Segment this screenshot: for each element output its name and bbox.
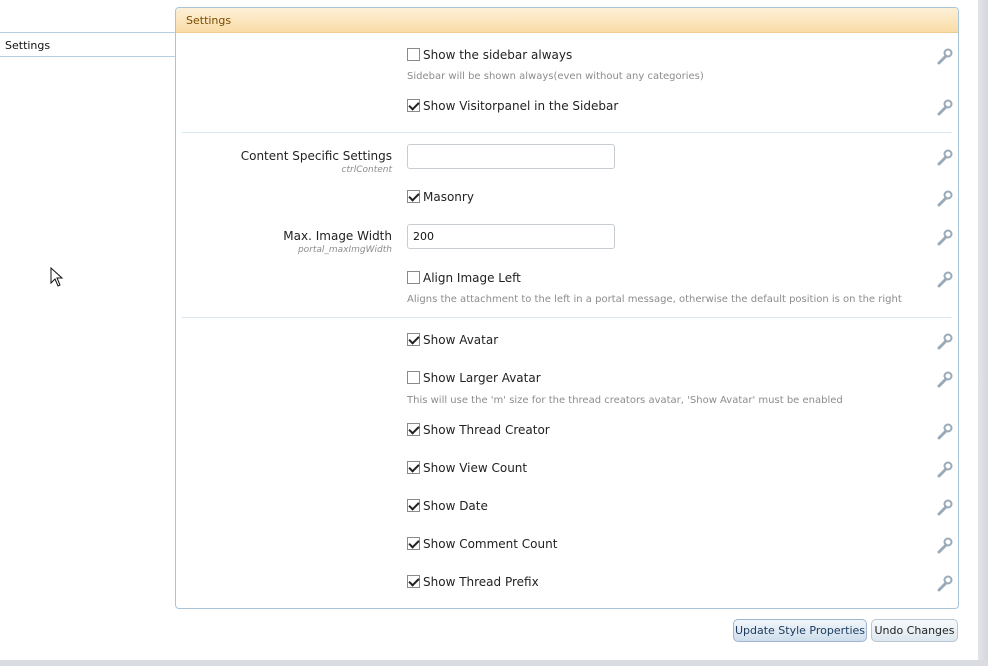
show-larger-avatar-hint: This will use the 'm' size for the threa… <box>407 395 843 406</box>
show-avatar-label: Show Avatar <box>423 333 499 347</box>
content-specific-label: Content Specific Settings <box>240 149 392 163</box>
show-larger-avatar-control[interactable]: Show Larger Avatar <box>407 371 541 385</box>
wrench-icon[interactable] <box>936 536 954 554</box>
wrench-icon[interactable] <box>936 47 954 65</box>
max-image-width-label-group: Max. Image Width portal_maxImgWidth <box>283 229 392 255</box>
max-image-width-control: 200 <box>407 224 615 249</box>
window-edge-bottom <box>0 660 988 666</box>
align-image-left-checkbox[interactable] <box>407 271 420 284</box>
show-comment-count-control[interactable]: Show Comment Count <box>407 537 557 551</box>
show-sidebar-always-label: Show the sidebar always <box>423 48 573 62</box>
wrench-icon[interactable] <box>936 498 954 516</box>
show-sidebar-always-hint: Sidebar will be shown always(even withou… <box>407 71 704 82</box>
show-thread-creator-label: Show Thread Creator <box>423 423 550 437</box>
wrench-icon[interactable] <box>936 574 954 592</box>
show-thread-creator-checkbox[interactable] <box>407 423 420 436</box>
undo-changes-button[interactable]: Undo Changes <box>871 619 958 642</box>
show-view-count-checkbox[interactable] <box>407 461 420 474</box>
panel-header: Settings <box>176 8 958 33</box>
wrench-icon[interactable] <box>936 228 954 246</box>
wrench-icon[interactable] <box>936 370 954 388</box>
max-image-width-label: Max. Image Width <box>283 229 392 243</box>
show-larger-avatar-label: Show Larger Avatar <box>423 371 541 385</box>
wrench-icon[interactable] <box>936 270 954 288</box>
update-style-properties-button[interactable]: Update Style Properties <box>733 619 867 642</box>
show-view-count-control[interactable]: Show View Count <box>407 461 527 475</box>
show-avatar-checkbox[interactable] <box>407 333 420 346</box>
show-sidebar-always-control[interactable]: Show the sidebar always <box>407 48 572 62</box>
wrench-icon[interactable] <box>936 422 954 440</box>
show-visitorpanel-checkbox[interactable] <box>407 99 420 112</box>
show-date-control[interactable]: Show Date <box>407 499 488 513</box>
show-avatar-control[interactable]: Show Avatar <box>407 333 498 347</box>
show-date-label: Show Date <box>423 499 488 513</box>
content-specific-input[interactable] <box>407 144 615 169</box>
show-date-checkbox[interactable] <box>407 499 420 512</box>
show-thread-prefix-label: Show Thread Prefix <box>423 575 539 589</box>
section-divider <box>182 132 952 133</box>
sidebar-tab-settings[interactable]: Settings <box>0 32 176 57</box>
show-comment-count-label: Show Comment Count <box>423 537 558 551</box>
show-sidebar-always-checkbox[interactable] <box>407 48 420 61</box>
show-larger-avatar-checkbox[interactable] <box>407 371 420 384</box>
max-image-width-input[interactable]: 200 <box>407 224 615 249</box>
content-specific-label-group: Content Specific Settings ctrlContent <box>241 149 392 175</box>
show-visitorpanel-control[interactable]: Show Visitorpanel in the Sidebar <box>407 99 618 113</box>
content-specific-control <box>407 144 615 169</box>
settings-panel: Settings Show the sidebar always Sidebar… <box>175 7 959 609</box>
masonry-checkbox[interactable] <box>407 190 420 203</box>
align-image-left-control[interactable]: Align Image Left <box>407 271 521 285</box>
wrench-icon[interactable] <box>936 148 954 166</box>
show-thread-prefix-control[interactable]: Show Thread Prefix <box>407 575 539 589</box>
wrench-icon[interactable] <box>936 98 954 116</box>
align-image-left-hint: Aligns the attachment to the left in a p… <box>407 294 902 305</box>
show-comment-count-checkbox[interactable] <box>407 537 420 550</box>
wrench-icon[interactable] <box>936 189 954 207</box>
wrench-icon[interactable] <box>936 460 954 478</box>
show-visitorpanel-label: Show Visitorpanel in the Sidebar <box>423 99 619 113</box>
align-image-left-label: Align Image Left <box>423 271 521 285</box>
show-view-count-label: Show View Count <box>423 461 528 475</box>
content-specific-sub: ctrlContent <box>341 165 392 175</box>
masonry-label: Masonry <box>423 190 474 204</box>
show-thread-prefix-checkbox[interactable] <box>407 575 420 588</box>
wrench-icon[interactable] <box>936 332 954 350</box>
max-image-width-sub: portal_maxImgWidth <box>297 245 392 255</box>
window-edge-right <box>978 0 988 666</box>
masonry-control[interactable]: Masonry <box>407 190 474 204</box>
section-divider <box>182 317 952 318</box>
show-thread-creator-control[interactable]: Show Thread Creator <box>407 423 550 437</box>
mouse-pointer-icon <box>50 267 64 287</box>
